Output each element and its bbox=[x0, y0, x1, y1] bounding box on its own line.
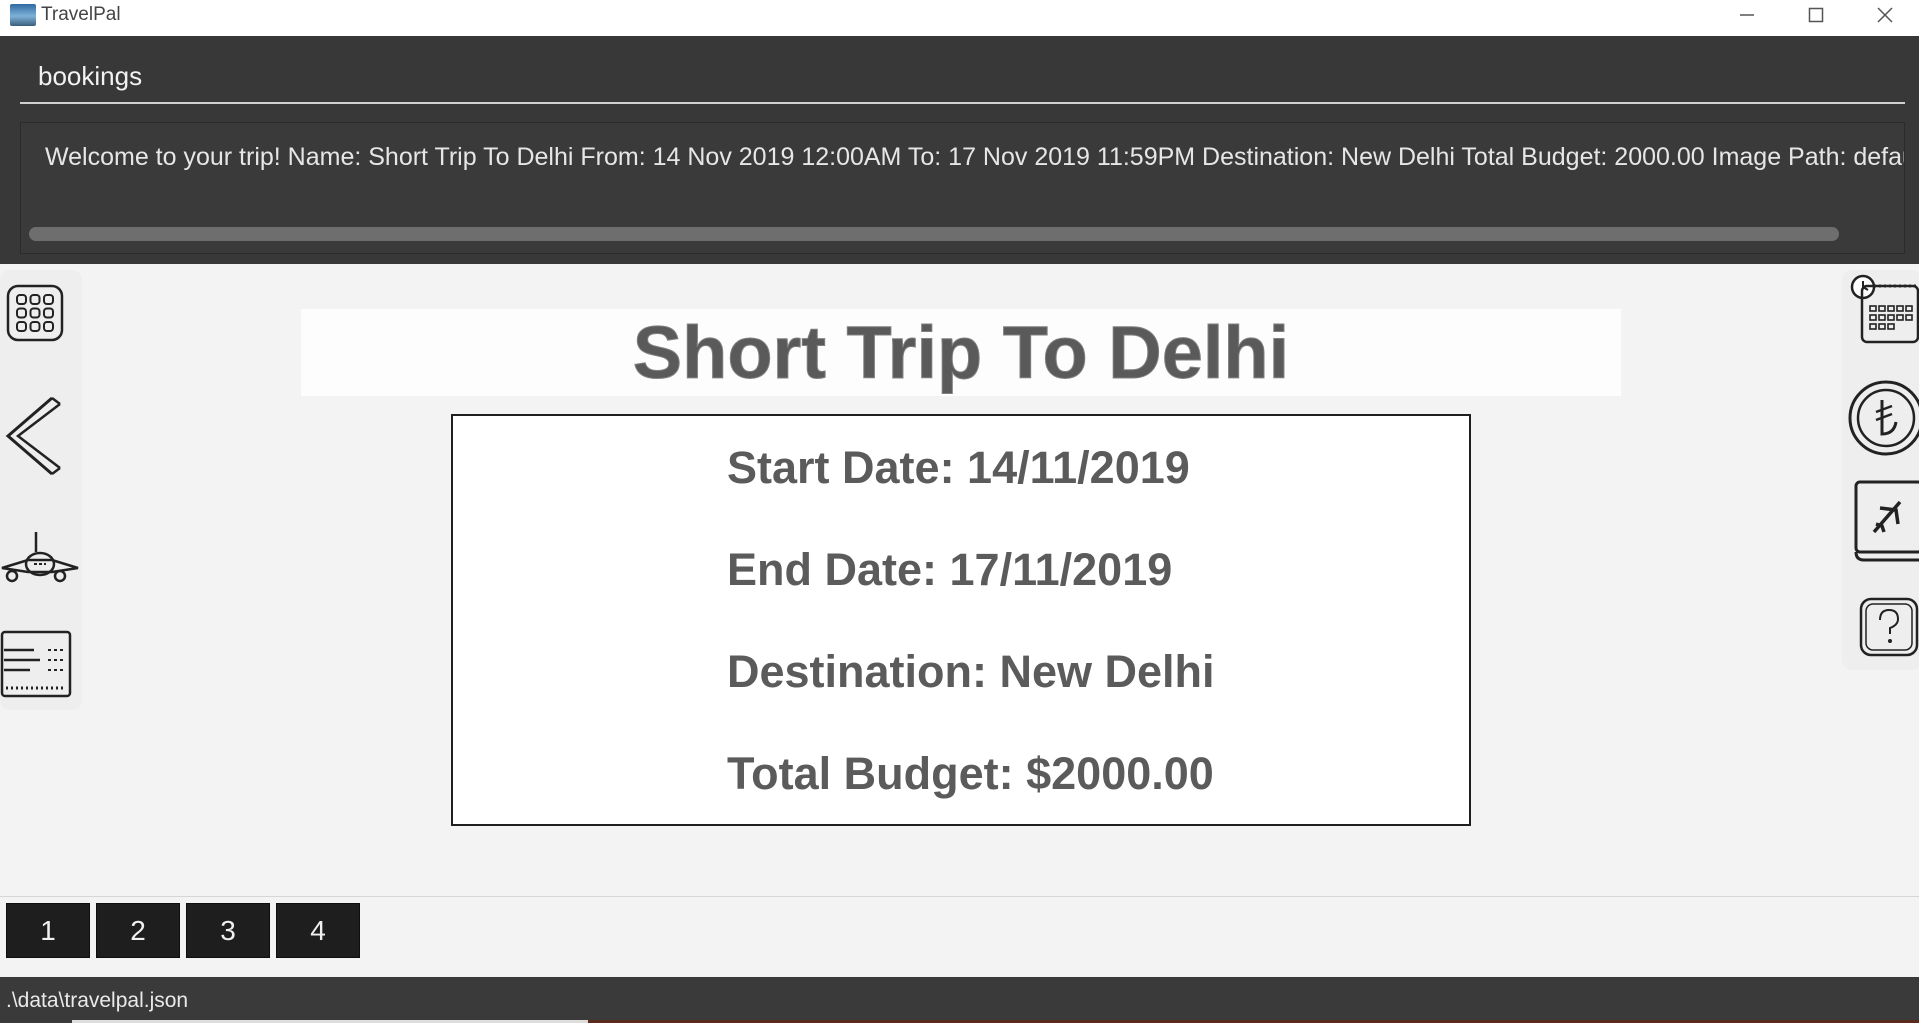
itinerary-button[interactable] bbox=[1846, 272, 1919, 346]
expenses-button[interactable] bbox=[1846, 378, 1919, 458]
command-area: Welcome to your trip! Name: Short Trip T… bbox=[0, 36, 1919, 264]
bookings-button[interactable] bbox=[1852, 478, 1919, 564]
maximize-icon bbox=[1808, 7, 1824, 23]
title-bar: TravelPal bbox=[0, 0, 1919, 37]
result-display[interactable]: Welcome to your trip! Name: Short Trip T… bbox=[20, 122, 1905, 254]
maximize-button[interactable] bbox=[1782, 0, 1850, 30]
start-date: Start Date: 14/11/2019 bbox=[727, 442, 1190, 493]
result-text: Welcome to your trip! Name: Short Trip T… bbox=[45, 143, 1905, 171]
help-button[interactable] bbox=[1858, 596, 1919, 658]
close-button[interactable] bbox=[1851, 0, 1919, 30]
trip-title: Short Trip To Delhi bbox=[632, 311, 1290, 395]
back-button[interactable] bbox=[2, 394, 62, 478]
command-input[interactable] bbox=[20, 50, 1905, 104]
flights-button[interactable] bbox=[0, 530, 80, 586]
page-tab-3[interactable]: 3 bbox=[186, 903, 270, 958]
app-logo-icon bbox=[10, 4, 36, 26]
destination: Destination: New Delhi bbox=[727, 646, 1215, 697]
close-icon bbox=[1877, 7, 1893, 23]
tickets-button[interactable] bbox=[0, 630, 74, 700]
trip-details-card: Start Date: 14/11/2019 End Date: 17/11/2… bbox=[451, 414, 1471, 826]
right-nav-panel bbox=[1842, 270, 1919, 670]
home-menu-button[interactable] bbox=[4, 282, 66, 344]
airplane-icon bbox=[1, 532, 79, 583]
page-tab-bar: 1 2 3 4 bbox=[0, 896, 1919, 977]
data-file-path: .\data\travelpal.json bbox=[6, 989, 189, 1012]
help-icon bbox=[1859, 597, 1919, 657]
page-tab-1[interactable]: 1 bbox=[6, 903, 90, 958]
minimize-icon bbox=[1740, 14, 1754, 16]
page-tab-2[interactable]: 2 bbox=[96, 903, 180, 958]
grid-menu-icon bbox=[6, 284, 64, 342]
minimize-button[interactable] bbox=[1713, 0, 1781, 30]
currency-coin-icon bbox=[1848, 380, 1919, 456]
flight-booking-icon bbox=[1854, 480, 1919, 562]
left-nav-panel bbox=[0, 270, 82, 710]
back-arrow-icon bbox=[5, 396, 61, 476]
status-bar: .\data\travelpal.json bbox=[0, 977, 1919, 1023]
window-title: TravelPal bbox=[41, 4, 121, 25]
page-tab-4[interactable]: 4 bbox=[276, 903, 360, 958]
trip-title-banner: Short Trip To Delhi bbox=[301, 309, 1621, 396]
scrollbar-thumb[interactable] bbox=[29, 227, 1839, 241]
calendar-clock-icon bbox=[1850, 274, 1919, 344]
total-budget: Total Budget: $2000.00 bbox=[727, 748, 1214, 799]
end-date: End Date: 17/11/2019 bbox=[727, 544, 1173, 595]
ticket-icon bbox=[0, 630, 72, 698]
horizontal-scrollbar[interactable] bbox=[29, 227, 1899, 241]
